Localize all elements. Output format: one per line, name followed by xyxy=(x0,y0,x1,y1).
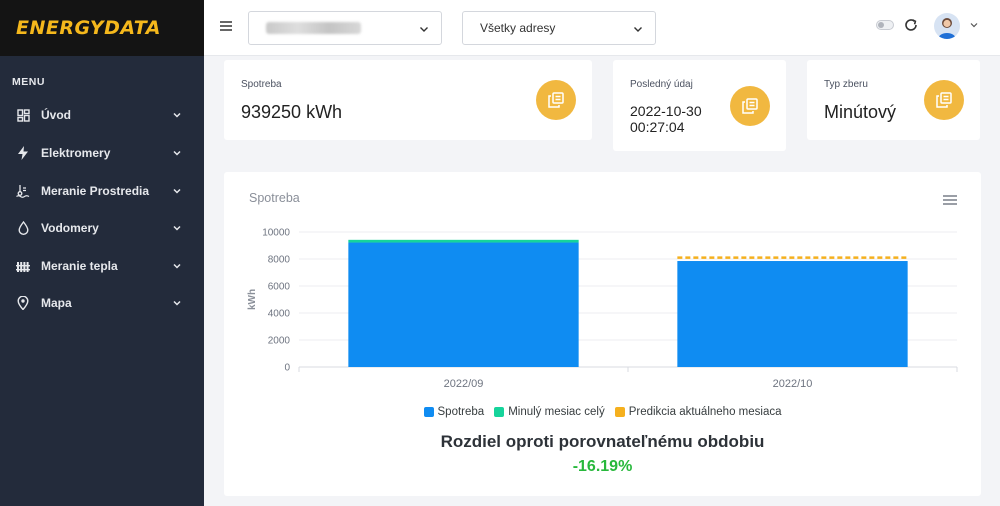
sidebar-item-label: Meranie tepla xyxy=(41,259,118,273)
difference-title: Rozdiel oproti porovnateľnému obdobiu xyxy=(440,432,765,451)
brand-logo[interactable]: ENERGYDATA xyxy=(16,17,161,39)
legend-item-spotreba[interactable]: Spotreba xyxy=(423,406,485,418)
chevron-down-icon xyxy=(634,27,642,32)
card-value: 2022-10-30 00:27:04 xyxy=(630,103,702,135)
bar-spotreba xyxy=(348,242,579,367)
copy-icon[interactable] xyxy=(924,80,964,120)
sidebar-item-mapa[interactable]: Mapa xyxy=(0,285,204,321)
logo-bar: ENERGYDATA xyxy=(0,0,204,56)
y-axis-label: kWh xyxy=(247,289,258,310)
user-avatar[interactable] xyxy=(934,13,960,39)
y-tick-label: 8000 xyxy=(268,255,291,266)
bar-minuly-mesiac xyxy=(348,239,579,243)
copy-icon[interactable] xyxy=(536,80,576,120)
card-value: 939250 kWh xyxy=(241,102,343,122)
legend-label: Minulý mesiac celý xyxy=(508,406,605,418)
copy-icon[interactable] xyxy=(730,86,770,126)
theme-toggle[interactable] xyxy=(876,20,894,30)
sidebar-item-meranie-tepla[interactable]: Meranie tepla xyxy=(0,248,204,284)
legend-label: Predikcia aktuálneho mesiaca xyxy=(628,406,782,418)
card-value: Minútový xyxy=(824,102,897,122)
consumption-chart-card: Spotreba 0 2000 4000 6000 8000 10000 kWh 2022/0… xyxy=(224,172,981,496)
sidebar-item-label: Meranie Prostredia xyxy=(41,184,150,198)
card-title: Spotreba xyxy=(241,79,282,90)
dashboard-icon xyxy=(16,108,30,122)
last-record-date: 2022-10-30 xyxy=(630,103,702,119)
sidebar-item-meranie-prostredia[interactable]: Meranie Prostredia xyxy=(0,173,204,209)
chart-legend: Spotreba Minulý mesiac celý Predikcia ak… xyxy=(224,406,981,418)
sidebar-item-label: Mapa xyxy=(41,296,72,310)
y-tick-label: 6000 xyxy=(268,282,291,293)
environment-icon xyxy=(16,184,30,198)
chevron-down-icon[interactable] xyxy=(970,21,978,29)
chevron-down-icon xyxy=(173,150,181,156)
difference-value: -16.19% xyxy=(572,458,633,475)
legend-swatch xyxy=(614,407,625,417)
legend-item-predikcia[interactable]: Predikcia aktuálneho mesiaca xyxy=(614,406,782,418)
redacted-object-name xyxy=(266,22,361,34)
lightning-icon xyxy=(16,146,30,160)
last-record-card: Posledný údaj 2022-10-30 00:27:04 xyxy=(613,60,786,151)
sidebar-item-label: Úvod xyxy=(41,108,71,122)
card-title: Posledný údaj xyxy=(630,79,693,90)
x-tick-label: 2022/09 xyxy=(444,378,484,390)
consumption-card: Spotreba 939250 kWh xyxy=(224,60,592,140)
sidebar-item-uvod[interactable]: Úvod xyxy=(0,97,204,133)
sidebar-item-label: Vodomery xyxy=(41,221,99,235)
address-select-value: Všetky adresy xyxy=(480,21,556,35)
x-tick-label: 2022/10 xyxy=(773,378,813,390)
top-bar: Všetky adresy xyxy=(204,0,1000,56)
consumption-chart: 0 2000 4000 6000 8000 10000 kWh 2022/09 2022/10 xyxy=(247,228,958,390)
y-tick-label: 10000 xyxy=(262,228,290,239)
chevron-down-icon xyxy=(173,112,181,118)
legend-label: Spotreba xyxy=(437,406,485,418)
chevron-down-icon xyxy=(420,27,428,32)
sidebar-item-elektromery[interactable]: Elektromery xyxy=(0,135,204,171)
chevron-down-icon xyxy=(173,188,181,194)
y-tick-label: 4000 xyxy=(268,309,291,320)
legend-swatch xyxy=(423,407,434,417)
refresh-icon[interactable] xyxy=(903,17,919,33)
collection-type-card: Typ zberu Minútový xyxy=(807,60,980,140)
hamburger-menu-icon[interactable] xyxy=(220,20,232,32)
menu-heading: MENU xyxy=(12,76,45,88)
water-drop-icon xyxy=(16,221,30,235)
address-select[interactable]: Všetky adresy xyxy=(462,11,656,45)
legend-item-minuly-mesiac[interactable]: Minulý mesiac celý xyxy=(494,406,605,418)
chevron-down-icon xyxy=(173,263,181,269)
chevron-down-icon xyxy=(173,225,181,231)
sidebar-item-label: Elektromery xyxy=(41,146,111,160)
legend-swatch xyxy=(494,407,505,417)
heating-icon xyxy=(16,259,30,273)
object-select[interactable] xyxy=(248,11,442,45)
sidebar: ENERGYDATA MENU Úvod Elektromery Meranie… xyxy=(0,0,204,506)
sidebar-item-vodomery[interactable]: Vodomery xyxy=(0,210,204,246)
map-pin-icon xyxy=(16,296,30,310)
bar-spotreba xyxy=(677,261,908,367)
y-tick-label: 2000 xyxy=(268,336,291,347)
card-title: Typ zberu xyxy=(824,79,868,90)
y-tick-label: 0 xyxy=(284,363,290,374)
chevron-down-icon xyxy=(173,300,181,306)
last-record-time: 00:27:04 xyxy=(630,119,685,135)
